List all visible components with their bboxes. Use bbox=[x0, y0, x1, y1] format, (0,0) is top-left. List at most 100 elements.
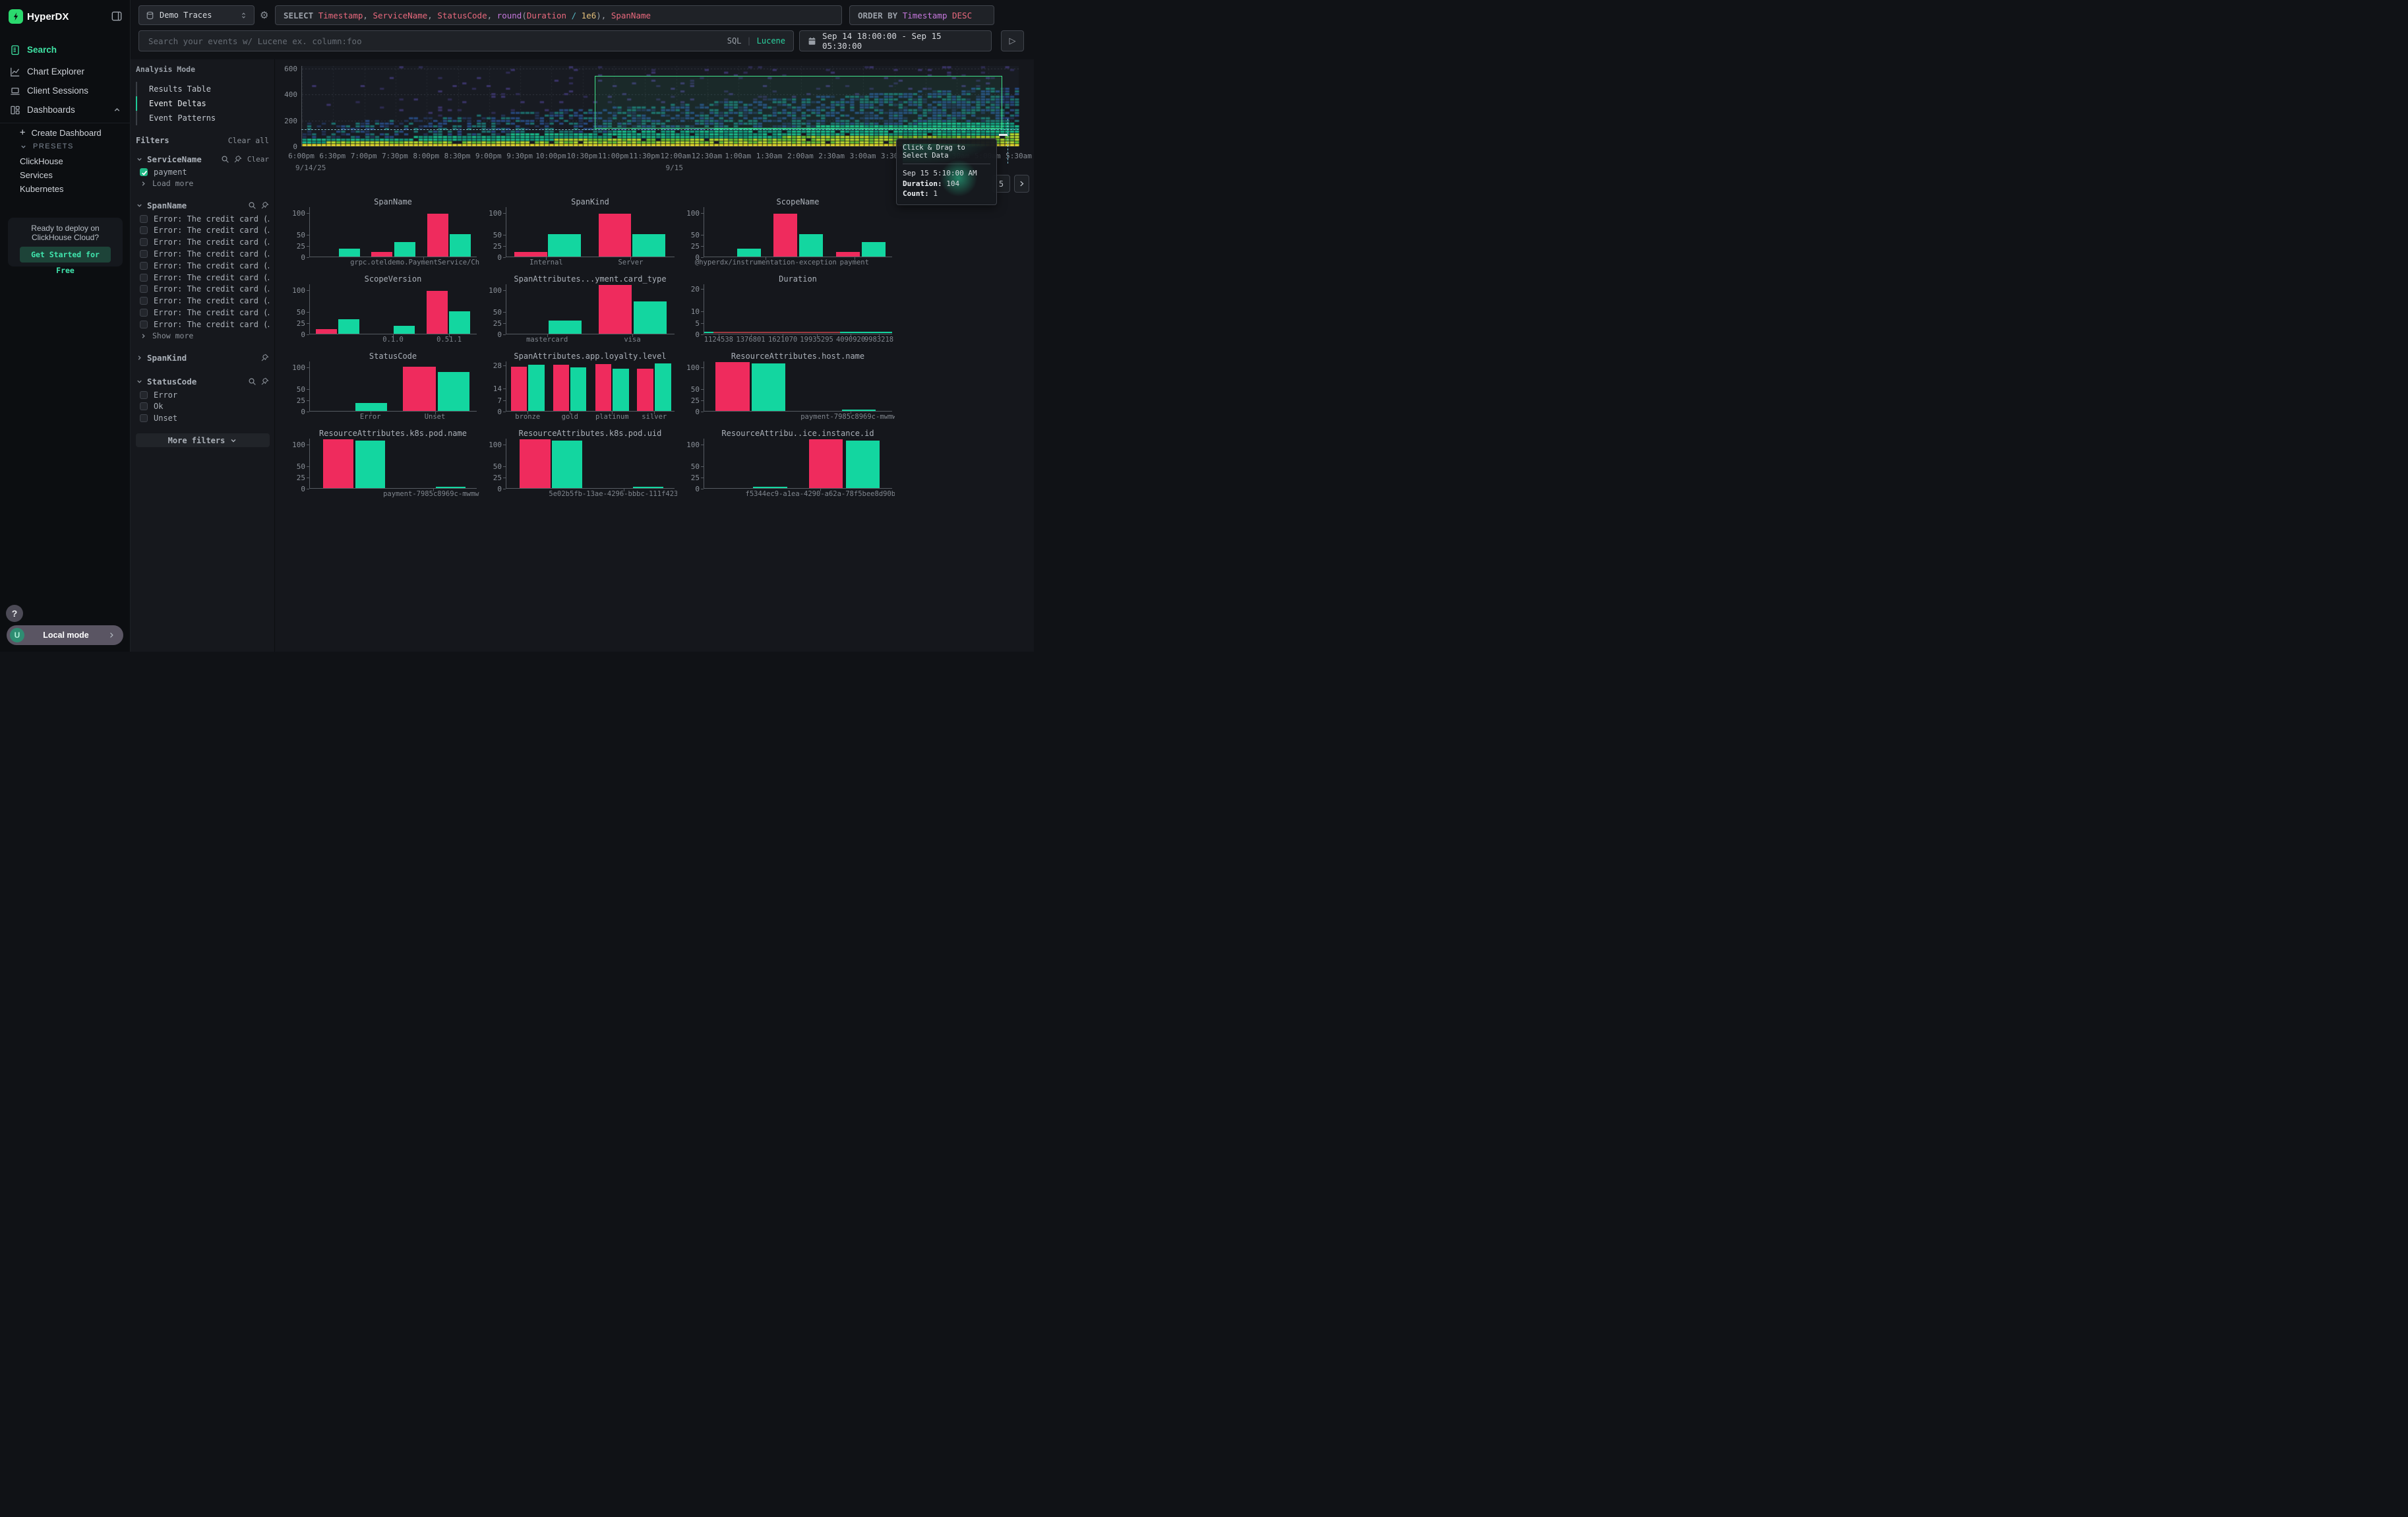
checkbox[interactable] bbox=[140, 250, 148, 258]
chart-ytick-label: 0 bbox=[479, 408, 502, 416]
filter-show-more[interactable]: Show more bbox=[136, 330, 269, 342]
bar-teal bbox=[438, 372, 469, 411]
filter-option-row[interactable]: Error: The credit card (… bbox=[136, 260, 269, 272]
chart-ytick-label: 100 bbox=[677, 209, 700, 218]
sidebar-item-client-sessions[interactable]: Client Sessions bbox=[0, 82, 131, 100]
presets-toggle[interactable]: PRESETS bbox=[0, 142, 131, 150]
sql-toggle[interactable]: SQL bbox=[727, 36, 742, 46]
bar-teal bbox=[842, 410, 876, 411]
bar-teal bbox=[633, 487, 663, 488]
filter-group-header-spankind[interactable]: SpanKind bbox=[136, 351, 269, 365]
sidebar-preset-kubernetes[interactable]: Kubernetes bbox=[0, 184, 131, 194]
filter-clear-button[interactable]: Clear bbox=[247, 155, 269, 164]
pin-icon[interactable] bbox=[260, 377, 269, 386]
filter-option-row[interactable]: Error: The credit card (… bbox=[136, 272, 269, 284]
chart-title: Duration bbox=[704, 274, 892, 284]
chart-ytick-mark bbox=[701, 257, 704, 258]
filter-group-header-servicename[interactable]: ServiceNameClear bbox=[136, 152, 269, 166]
checkbox[interactable] bbox=[140, 414, 148, 422]
more-filters-button[interactable]: More filters bbox=[136, 433, 270, 447]
lucene-toggle[interactable]: Lucene bbox=[757, 36, 785, 46]
checkbox[interactable] bbox=[140, 321, 148, 328]
filter-load-more[interactable]: Load more bbox=[136, 178, 269, 189]
checkbox[interactable] bbox=[140, 274, 148, 282]
create-dashboard-button[interactable]: + Create Dashboard bbox=[0, 127, 131, 138]
checkbox[interactable] bbox=[140, 402, 148, 410]
select-query-editor[interactable]: SELECT Timestamp, ServiceName, StatusCod… bbox=[275, 5, 842, 25]
sidebar-item-chart-explorer[interactable]: Chart Explorer bbox=[0, 63, 131, 80]
heatmap-ytick: 200 bbox=[275, 117, 297, 125]
filter-option-row[interactable]: Error bbox=[136, 389, 269, 401]
filter-group-header-spanname[interactable]: SpanName bbox=[136, 199, 269, 213]
get-started-button[interactable]: Get Started for Free bbox=[20, 247, 111, 263]
hyperdx-logo-icon[interactable] bbox=[9, 9, 23, 24]
search-input[interactable] bbox=[139, 36, 727, 46]
sidebar-item-dashboards[interactable]: Dashboards bbox=[0, 101, 131, 119]
filter-option-row[interactable]: Error: The credit card (… bbox=[136, 295, 269, 307]
pin-icon[interactable] bbox=[260, 201, 269, 210]
promo-line2: ClickHouse Cloud? bbox=[8, 233, 123, 242]
checkbox[interactable] bbox=[140, 309, 148, 317]
local-mode-button[interactable]: U Local mode bbox=[7, 625, 123, 645]
filter-option-row[interactable]: Error: The credit card (… bbox=[136, 248, 269, 260]
checkbox[interactable] bbox=[140, 226, 148, 234]
clear-all-button[interactable]: Clear all bbox=[228, 136, 269, 145]
filter-option-row[interactable]: Error: The credit card (… bbox=[136, 319, 269, 330]
collapse-sidebar-icon[interactable] bbox=[111, 11, 123, 22]
language-toggle[interactable]: SQL | Lucene bbox=[727, 36, 793, 46]
pin-icon[interactable] bbox=[233, 155, 242, 164]
chart-plot-area bbox=[506, 439, 675, 489]
checkbox[interactable] bbox=[140, 215, 148, 223]
query-token: ORDER BY bbox=[858, 11, 903, 20]
pagination-next-button[interactable] bbox=[1014, 175, 1029, 193]
pin-icon[interactable] bbox=[260, 354, 269, 362]
chart-xtick-label: f5344ec9-a1ea-4290-a62a-78f5bee8d90b bbox=[746, 490, 895, 498]
chart-ytick-label: 25 bbox=[479, 319, 502, 328]
filter-group-header-statuscode[interactable]: StatusCode bbox=[136, 375, 269, 389]
orderby-editor[interactable]: ORDER BY Timestamp DESC bbox=[849, 5, 994, 25]
gear-icon[interactable]: ⚙ bbox=[260, 9, 268, 21]
query-token: , bbox=[487, 11, 497, 20]
search-icon[interactable] bbox=[248, 201, 256, 210]
chart-ytick-label: 5 bbox=[677, 319, 700, 328]
filter-option-row[interactable]: Unset bbox=[136, 412, 269, 424]
filter-option-row[interactable]: Error: The credit card (… bbox=[136, 236, 269, 248]
query-token: DESC bbox=[952, 11, 972, 20]
checkbox[interactable] bbox=[140, 262, 148, 270]
filter-option-row[interactable]: Error: The credit card (… bbox=[136, 213, 269, 225]
chart-ytick-label: 100 bbox=[677, 363, 700, 372]
checkbox[interactable] bbox=[140, 285, 148, 293]
help-button[interactable]: ? bbox=[6, 605, 23, 622]
analysis-mode-results-table[interactable]: Results Table bbox=[136, 82, 269, 96]
bar-pink bbox=[595, 364, 612, 411]
sidebar-preset-clickhouse[interactable]: ClickHouse bbox=[0, 156, 131, 166]
filter-option-row[interactable]: Error: The credit card (… bbox=[136, 284, 269, 295]
sidebar-preset-services[interactable]: Services bbox=[0, 170, 131, 180]
filter-option-row[interactable]: payment bbox=[136, 166, 269, 178]
checkbox[interactable] bbox=[140, 238, 148, 246]
chart-xtick-label: platinum bbox=[595, 413, 629, 421]
filter-option-row[interactable]: Ok bbox=[136, 401, 269, 413]
date-range-picker[interactable]: Sep 14 18:00:00 - Sep 15 05:30:00 bbox=[799, 30, 992, 51]
filter-option-row[interactable]: Error: The credit card (… bbox=[136, 225, 269, 237]
checkbox[interactable] bbox=[140, 391, 148, 399]
source-select[interactable]: Demo Traces bbox=[138, 5, 255, 25]
sidebar-item-search[interactable]: Search bbox=[0, 41, 131, 59]
bar-pink bbox=[715, 362, 749, 411]
filter-option-row[interactable]: Error: The credit card (… bbox=[136, 307, 269, 319]
chart-ytick-label: 0 bbox=[479, 485, 502, 493]
search-icon[interactable] bbox=[248, 377, 256, 386]
chart-title: SpanKind bbox=[506, 197, 675, 206]
bar-teal bbox=[436, 487, 466, 488]
search-icon[interactable] bbox=[221, 155, 229, 164]
checkbox[interactable] bbox=[140, 297, 148, 305]
chart-plot-area bbox=[704, 207, 892, 257]
run-query-button[interactable]: ▷ bbox=[1001, 30, 1024, 51]
chart-ytick-label: 50 bbox=[479, 462, 502, 471]
analysis-mode-event-patterns[interactable]: Event Patterns bbox=[136, 111, 269, 125]
checkbox[interactable] bbox=[140, 168, 148, 176]
filter-option-label: Error: The credit card (… bbox=[154, 226, 269, 235]
bar-teal bbox=[548, 234, 581, 257]
query-token: StatusCode bbox=[437, 11, 487, 20]
analysis-mode-event-deltas[interactable]: Event Deltas bbox=[136, 96, 269, 111]
